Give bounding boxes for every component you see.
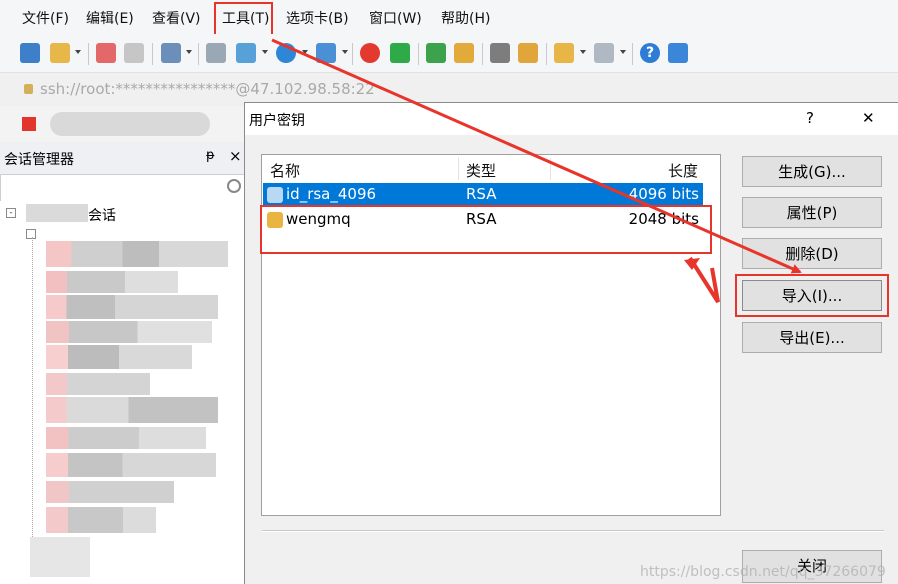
annotation-arrows (271, 38, 802, 304)
arrow-to-import (271, 38, 802, 274)
